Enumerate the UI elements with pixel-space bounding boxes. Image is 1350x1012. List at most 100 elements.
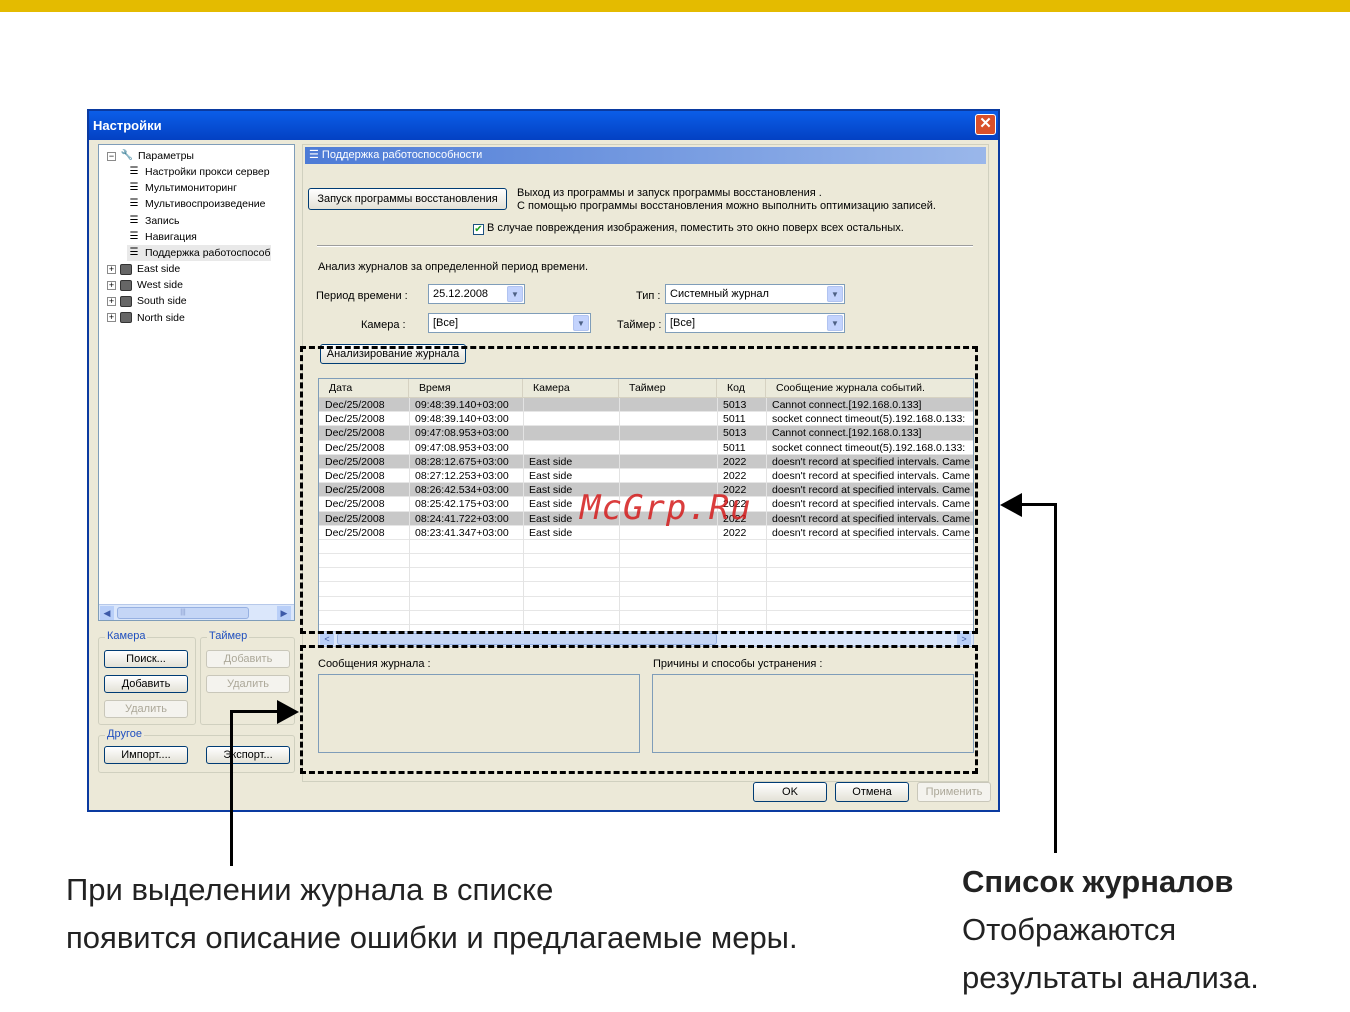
chevron-down-icon[interactable]: ▼	[573, 315, 589, 331]
tree-node-label: West side	[137, 279, 183, 292]
camera-select[interactable]: [Все] ▼	[428, 313, 591, 333]
scroll-right-icon[interactable]: ▶	[277, 606, 291, 620]
list-icon: ☰	[129, 166, 139, 177]
right-caption-line-2: результаты анализа.	[962, 960, 1259, 995]
tree-node-group[interactable]: + West side	[107, 277, 183, 293]
tree-node-label: Запись	[145, 214, 180, 227]
camera-value: [Все]	[433, 317, 459, 329]
expand-icon[interactable]: +	[107, 313, 116, 323]
type-value: Системный журнал	[670, 288, 769, 300]
camera-label: Камера :	[361, 319, 406, 331]
import-button[interactable]: Импорт....	[104, 746, 188, 764]
on-top-checkbox[interactable]: ✔ В случае повреждения изображения, помес…	[473, 222, 904, 235]
checkmark-icon[interactable]: ✔	[473, 224, 484, 235]
tree-node-label: Мультимониторинг	[145, 182, 237, 195]
tree-node-group[interactable]: + East side	[107, 261, 180, 277]
camera-group: Камера Поиск... Добавить Удалить	[98, 630, 196, 725]
left-caption-line-1: При выделении журнала в списке	[66, 872, 554, 907]
settings-tree[interactable]: − 🔧 Параметры ☰ Настройки прокси сервер ☰ М…	[98, 144, 295, 621]
scroll-grip: |||	[180, 609, 186, 616]
log-type-select[interactable]: Системный журнал ▼	[665, 284, 845, 304]
tree-node-child[interactable]: ☰ Мультивоспроизведение	[127, 196, 266, 212]
wrench-icon: 🔧	[120, 150, 134, 161]
scroll-thumb[interactable]	[337, 633, 717, 645]
restore-desc-1: Выход из программы и запуск программы во…	[517, 187, 822, 199]
ok-button[interactable]: OK	[753, 782, 827, 802]
tree-node-label: Параметры	[138, 150, 194, 162]
camera-remove-button[interactable]: Удалить	[104, 700, 188, 718]
camera-add-button[interactable]: Добавить	[104, 675, 188, 693]
restore-desc-2: С помощью программы восстановления можно…	[517, 200, 936, 212]
expand-icon[interactable]: +	[107, 280, 116, 290]
list-icon: ☰	[129, 182, 139, 194]
tree-node-label: South side	[137, 295, 187, 308]
scroll-right-icon[interactable]: >	[957, 633, 971, 645]
period-value: 25.12.2008	[433, 288, 489, 300]
window-titlebar[interactable]: Настройки ✕	[89, 111, 998, 140]
analysis-caption: Анализ журналов за определенной период в…	[318, 261, 589, 273]
watermark: McGrp.Ru	[580, 488, 752, 528]
right-caption-title: Список журналов	[962, 864, 1234, 899]
tree-node-label: Настройки прокси сервер	[145, 166, 270, 178]
tree-node-child[interactable]: ☰ Запись	[127, 213, 180, 229]
timer-remove-button[interactable]: Удалить	[206, 675, 290, 693]
other-group-label: Другое	[105, 728, 144, 740]
apply-button[interactable]: Применить	[917, 782, 991, 802]
tree-node-label: East side	[137, 263, 181, 275]
timer-value: [Все]	[670, 317, 696, 329]
list-icon: ☰	[129, 214, 139, 226]
tree-node-child[interactable]: ☰ Навигация	[127, 229, 197, 245]
right-arrow-line-h	[1020, 503, 1057, 506]
top-accent-bar	[0, 0, 1350, 12]
camera-group-icon	[120, 295, 132, 307]
chevron-down-icon[interactable]: ▼	[827, 315, 843, 331]
cancel-button[interactable]: Отмена	[835, 782, 909, 802]
tree-node-group[interactable]: + South side	[107, 293, 187, 309]
page: Настройки ✕ − 🔧 Параметры ☰ Настройки про…	[0, 0, 1350, 1012]
timer-group-label: Таймер	[207, 630, 250, 642]
left-arrow-line	[230, 710, 233, 866]
list-icon: ☰	[129, 198, 139, 210]
right-arrow-line	[1054, 503, 1057, 853]
scroll-left-icon[interactable]: <	[320, 633, 334, 645]
list-icon: ☰	[129, 230, 139, 242]
timer-add-button[interactable]: Добавить	[206, 650, 290, 668]
scroll-left-icon[interactable]: ◀	[100, 606, 114, 620]
collapse-icon[interactable]: −	[107, 151, 116, 161]
left-arrow-head-icon	[277, 700, 299, 724]
tree-node-group[interactable]: + North side	[107, 310, 185, 326]
close-icon[interactable]: ✕	[975, 114, 996, 135]
tree-node-parameters[interactable]: − 🔧 Параметры	[107, 148, 194, 164]
type-label: Тип :	[636, 290, 661, 302]
camera-group-label: Камера	[105, 630, 148, 642]
list-icon: ☰	[129, 247, 139, 258]
tree-node-child[interactable]: ☰ Поддержка работоспособ	[127, 245, 271, 261]
window-title: Настройки	[93, 118, 162, 133]
timer-label: Таймер :	[617, 319, 662, 331]
chevron-down-icon[interactable]: ▼	[507, 286, 523, 302]
restore-program-button[interactable]: Запуск программы восстановления	[308, 188, 507, 210]
period-date-picker[interactable]: 25.12.2008 ▼	[428, 284, 525, 304]
list-icon: ☰	[309, 149, 322, 161]
panel-title: Поддержка работоспособности	[321, 149, 483, 161]
tree-node-label: North side	[137, 311, 185, 324]
separator	[317, 245, 973, 247]
expand-icon[interactable]: +	[107, 296, 116, 306]
camera-group-icon	[120, 279, 132, 291]
timer-select[interactable]: [Все] ▼	[665, 313, 845, 333]
scroll-thumb[interactable]: |||	[117, 607, 249, 619]
tree-node-child[interactable]: ☰ Настройки прокси сервер	[127, 164, 270, 180]
camera-group-icon	[120, 263, 132, 275]
tree-node-label: Поддержка работоспособ	[145, 247, 271, 259]
panel-header: ☰ Поддержка работоспособности	[305, 147, 986, 164]
chevron-down-icon[interactable]: ▼	[827, 286, 843, 302]
description-highlight	[300, 645, 978, 774]
export-button[interactable]: Экспорт...	[206, 746, 290, 764]
other-group: Другое Импорт.... Экспорт...	[98, 728, 295, 773]
tree-node-label: Навигация	[145, 230, 197, 243]
expand-icon[interactable]: +	[107, 264, 116, 274]
tree-horizontal-scrollbar[interactable]: ◀ ||| ▶	[99, 604, 294, 620]
tree-node-child[interactable]: ☰ Мультимониторинг	[127, 180, 237, 196]
camera-search-button[interactable]: Поиск...	[104, 650, 188, 668]
tree-node-label: Мультивоспроизведение	[145, 198, 266, 211]
